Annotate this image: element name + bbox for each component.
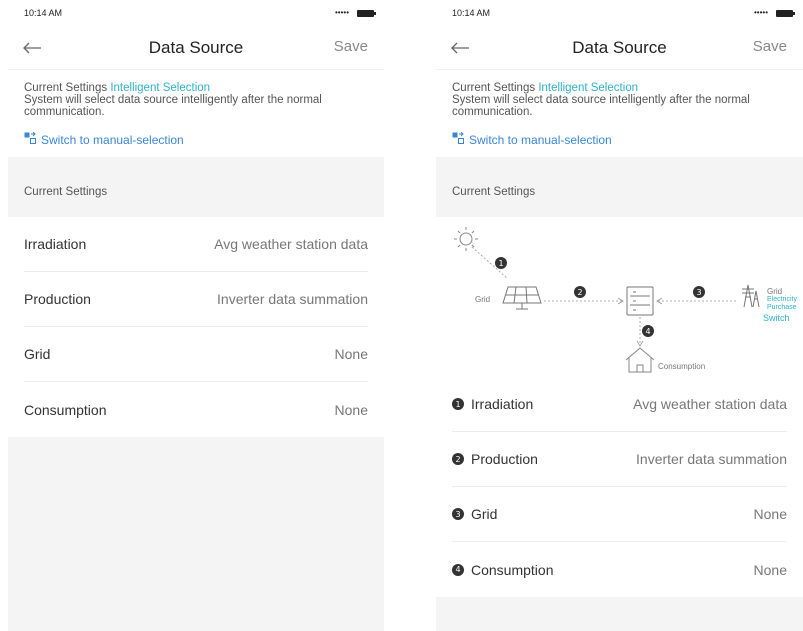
setting-label: Grid xyxy=(471,506,498,522)
svg-text:1: 1 xyxy=(498,259,503,268)
switch-manual-link[interactable]: Switch to manual-selection xyxy=(452,131,787,147)
setting-row-grid[interactable]: 3 Grid None xyxy=(452,487,787,542)
sun-icon xyxy=(454,227,478,251)
setting-value: Avg weather station data xyxy=(214,236,368,252)
back-arrow-icon[interactable] xyxy=(20,36,44,60)
setting-value: None xyxy=(334,346,368,362)
setting-label: Production xyxy=(24,291,91,307)
badge-2: 2 xyxy=(574,286,586,298)
section-header: Current Settings xyxy=(8,167,384,217)
solar-panel-icon xyxy=(502,286,542,310)
electricity-label: Electricity xyxy=(767,296,797,303)
save-button[interactable]: Save xyxy=(334,38,368,55)
setting-row-production[interactable]: 2 Production Inverter data summation xyxy=(452,432,787,487)
current-mode-label: Intelligent Selection xyxy=(110,82,211,94)
back-arrow-icon[interactable] xyxy=(448,36,472,60)
setting-row-grid[interactable]: Grid None xyxy=(24,327,368,382)
setting-label: Production xyxy=(471,451,538,467)
battery-icon xyxy=(776,9,795,17)
house-icon xyxy=(625,347,655,373)
power-tower-icon xyxy=(742,284,760,308)
badge-1: 1 xyxy=(495,257,507,269)
battery-icon xyxy=(357,9,376,17)
grid-label-right: Grid xyxy=(767,287,783,296)
number-badge: 1 xyxy=(452,398,464,410)
setting-label: Irradiation xyxy=(471,396,534,412)
switch-manual-label: Switch to manual-selection xyxy=(469,132,612,147)
setting-row-irradiation[interactable]: Irradiation Avg weather station data xyxy=(24,217,368,272)
switch-manual-label: Switch to manual-selection xyxy=(41,132,184,147)
setting-value: Inverter data summation xyxy=(636,451,787,467)
current-settings-info: Current Settings Intelligent Selection S… xyxy=(8,70,384,157)
status-bar: 10:14 AM ••••• xyxy=(8,0,384,26)
status-time: 10:14 AM xyxy=(452,8,491,18)
setting-value: Avg weather station data xyxy=(633,396,787,412)
current-settings-info: Current Settings Intelligent Selection S… xyxy=(436,70,803,157)
mode-description: System will select data source intellige… xyxy=(24,94,322,118)
signal-icon: ••••• xyxy=(334,8,349,17)
settings-list: Irradiation Avg weather station data Pro… xyxy=(8,217,384,437)
badge-4: 4 xyxy=(642,325,654,337)
number-badge: 4 xyxy=(452,563,464,576)
switch-manual-link[interactable]: Switch to manual-selection xyxy=(24,131,368,147)
status-bar: 10:14 AM ••••• xyxy=(436,0,803,26)
svg-text:4: 4 xyxy=(645,327,650,336)
page-title: Data Source xyxy=(148,37,244,57)
data-source-screen-basic: 10:14 AM ••••• Data Source Save Current … xyxy=(8,0,384,631)
purchase-label: Purchase xyxy=(767,304,797,311)
setting-value: None xyxy=(753,506,787,522)
setting-label: Grid xyxy=(24,346,51,362)
mode-description: System will select data source intellige… xyxy=(452,94,750,118)
switch-icon xyxy=(452,131,464,147)
number-badge: 3 xyxy=(452,508,464,520)
data-source-screen-diagram: 10:14 AM ••••• Data Source Save Current … xyxy=(436,0,803,631)
current-settings-prefix: Current Settings xyxy=(24,82,108,94)
current-settings-prefix: Current Settings xyxy=(452,82,536,94)
setting-value: None xyxy=(753,561,787,578)
inverter-icon xyxy=(626,286,654,316)
page-title: Data Source xyxy=(572,37,667,57)
badge-3: 3 xyxy=(693,286,705,298)
nav-bar: Data Source Save xyxy=(436,26,803,70)
setting-row-consumption[interactable]: Consumption None xyxy=(24,382,368,437)
setting-label: Consumption xyxy=(24,401,107,418)
svg-text:3: 3 xyxy=(696,288,701,297)
setting-label: Consumption xyxy=(471,561,554,578)
grid-label-left: Grid xyxy=(475,295,491,304)
setting-label: Irradiation xyxy=(24,236,87,252)
save-button[interactable]: Save xyxy=(753,38,787,55)
setting-row-consumption[interactable]: 4 Consumption None xyxy=(452,542,787,597)
svg-text:2: 2 xyxy=(577,288,582,297)
status-time: 10:14 AM xyxy=(24,8,63,18)
grid-switch-link[interactable]: Switch xyxy=(763,313,790,323)
data-flow-diagram: 1 2 3 4 Grid Grid Electricity Purchase S… xyxy=(436,217,803,377)
setting-value: Inverter data summation xyxy=(217,291,368,307)
settings-list: 1 Irradiation Avg weather station data 2… xyxy=(436,377,803,597)
setting-value: None xyxy=(334,401,368,418)
section-header: Current Settings xyxy=(436,167,803,217)
setting-row-production[interactable]: Production Inverter data summation xyxy=(24,272,368,327)
signal-icon: ••••• xyxy=(753,8,768,17)
number-badge: 2 xyxy=(452,453,464,465)
switch-icon xyxy=(24,131,36,147)
consumption-label: Consumption xyxy=(658,362,706,371)
nav-bar: Data Source Save xyxy=(8,26,384,70)
current-mode-label: Intelligent Selection xyxy=(538,82,639,94)
setting-row-irradiation[interactable]: 1 Irradiation Avg weather station data xyxy=(452,377,787,432)
